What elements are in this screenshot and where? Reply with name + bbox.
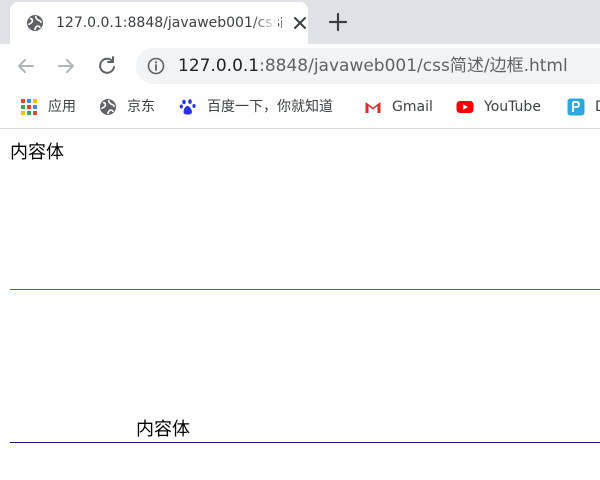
youtube-icon	[456, 101, 474, 113]
info-icon[interactable]	[146, 56, 166, 76]
bookmark-label: YouTube	[484, 99, 541, 115]
bookmark-label: 应用	[48, 99, 76, 115]
back-arrow-icon[interactable]	[14, 54, 38, 78]
bookmark-d[interactable]: D	[567, 96, 600, 118]
tab-strip: 127.0.0.1:8848/javaweb001/css简述/边框.html	[0, 0, 600, 44]
new-tab-plus-icon[interactable]	[326, 10, 350, 34]
gmail-icon	[365, 102, 381, 113]
bookmark-label: 百度一下，你就知道	[207, 99, 333, 115]
browser-toolbar: 127.0.0.1:8848/javaweb001/css简述/边框.html	[0, 44, 600, 88]
reload-icon[interactable]	[95, 54, 119, 78]
bookmark-label: Gmail	[392, 99, 433, 115]
tab-title-fade	[252, 10, 278, 38]
bookmark-gmail[interactable]: Gmail	[364, 96, 433, 118]
bookmark-apps[interactable]: 应用	[20, 96, 76, 118]
bookmark-youtube[interactable]: YouTube	[456, 96, 541, 118]
red-bottom-border	[10, 289, 600, 290]
baidu-paw-icon	[179, 99, 196, 115]
navy-bottom-border	[10, 442, 600, 443]
apps-grid-icon	[21, 99, 37, 115]
forward-arrow-icon[interactable]	[54, 54, 78, 78]
url-host: 127.0.0.1	[178, 56, 260, 76]
bookmark-jd[interactable]: 京东	[99, 96, 155, 118]
content-text-2: 内容体	[136, 419, 190, 440]
globe-icon	[100, 99, 116, 115]
bookmark-baidu[interactable]: 百度一下，你就知道	[179, 96, 333, 118]
page-content: 内容体 内容体	[0, 129, 600, 480]
close-tab-icon[interactable]	[290, 13, 310, 33]
url-path: :8848/javaweb001/css简述/边框.html	[259, 56, 568, 76]
address-bar[interactable]: 127.0.0.1:8848/javaweb001/css简述/边框.html	[136, 48, 600, 84]
globe-icon	[27, 15, 43, 31]
content-text-1: 内容体	[10, 142, 64, 163]
bookmark-label: D	[595, 98, 600, 116]
bookmarks-bar: 应用 京东 百度一下，你就知道 Gmail YouTube	[0, 88, 600, 129]
bookmark-label: 京东	[127, 99, 155, 115]
tab-title: 127.0.0.1:8848/javaweb001/css简述/边框.html	[56, 15, 282, 31]
bookmark-d-icon	[567, 98, 585, 116]
url-text[interactable]: 127.0.0.1:8848/javaweb001/css简述/边框.html	[178, 55, 568, 77]
active-tab[interactable]: 127.0.0.1:8848/javaweb001/css简述/边框.html	[10, 2, 308, 44]
